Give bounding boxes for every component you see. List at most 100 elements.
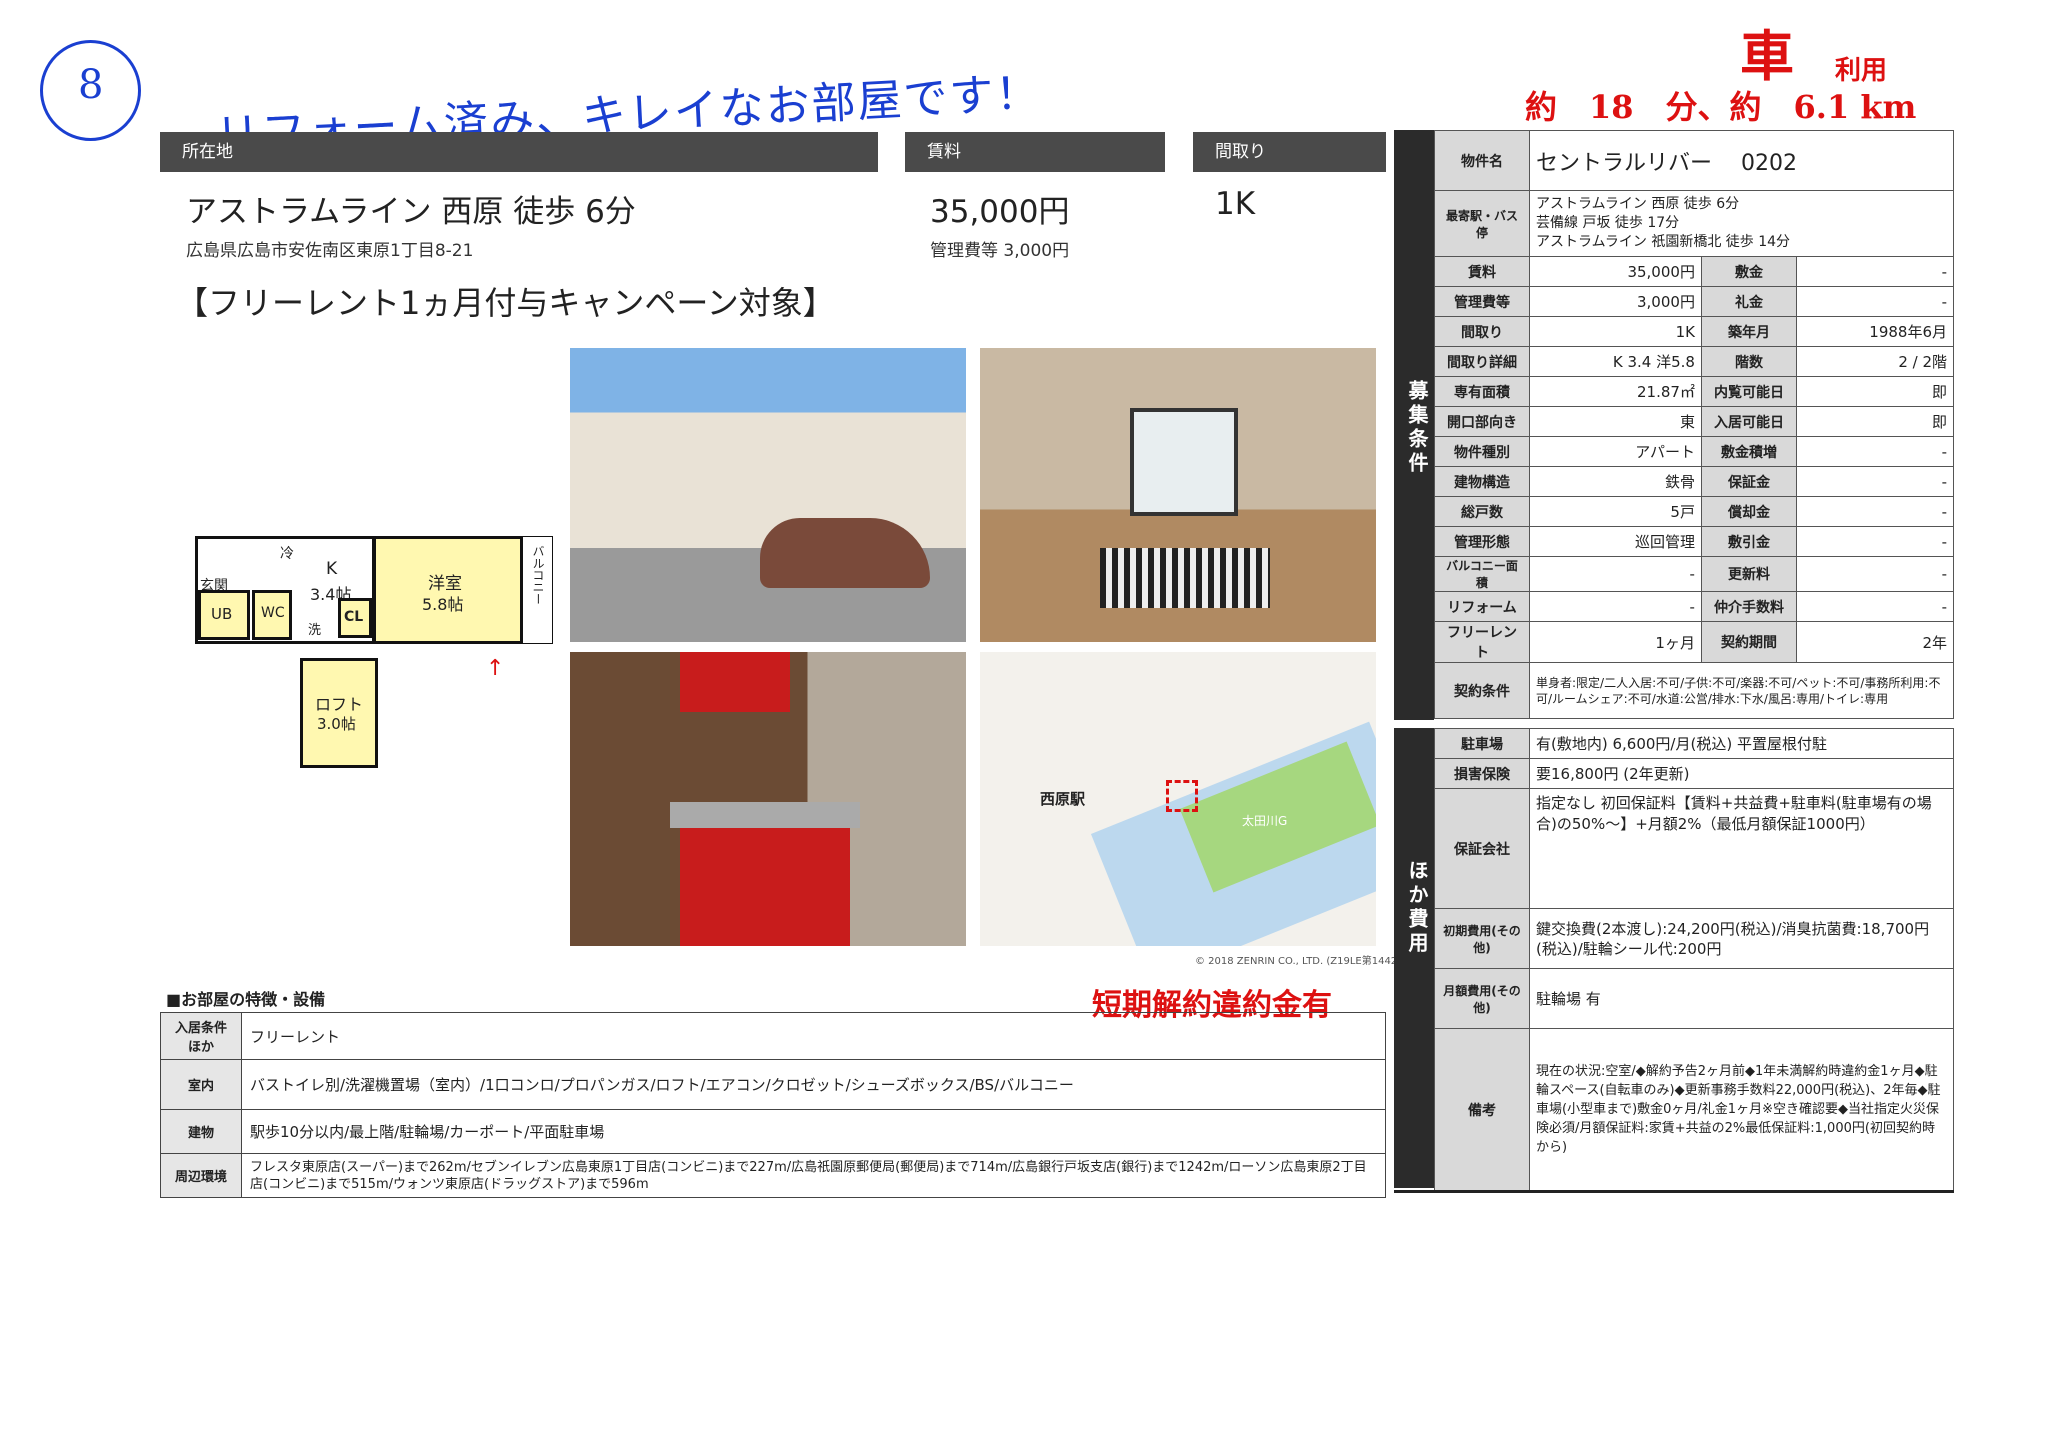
- property-name: セントラルリバー 0202: [1529, 130, 1954, 191]
- station-access: アストラムライン 西原 徒歩 6分: [186, 194, 636, 230]
- feature-row: 周辺環境 フレスタ東原店(スーパー)まで262m/セブンイレブン広島東原1丁目店(…: [160, 1153, 1386, 1198]
- feature-label: 入居条件ほか: [160, 1012, 242, 1060]
- terms-value: 即: [1795, 406, 1955, 437]
- terms-label: 階数: [1700, 346, 1797, 377]
- terms-value: アパート: [1529, 436, 1702, 467]
- map-copyright: © 2018 ZENRIN CO., LTD. (Z19LE第1442号): [1195, 956, 1412, 967]
- cost-label: 備考: [1434, 1028, 1530, 1191]
- fridge-label: 冷: [280, 546, 294, 562]
- property-name-row: 物件名 セントラルリバー 0202: [1434, 130, 1954, 191]
- feature-row: 室内 バストイレ別/洗濯機置場（室内）/1口コンロ/プロパンガス/ロフト/エアコン…: [160, 1059, 1386, 1110]
- terms-label: 礼金: [1700, 286, 1797, 317]
- cost-value: 要16,800円 (2年更新): [1529, 758, 1954, 789]
- cost-label: 保証会社: [1434, 788, 1530, 909]
- handwritten-time-distance: 約 18 分、約 6.1 km: [1525, 88, 1917, 126]
- wc-label: WC: [261, 605, 285, 621]
- terms-row: 開口部向き東入居可能日即: [1434, 406, 1955, 437]
- terms-value: -: [1795, 556, 1955, 592]
- window-shape: [1130, 408, 1238, 516]
- terms-row: 総戸数 5戸 償却金 -: [1434, 496, 1955, 527]
- exterior-photo: [570, 348, 966, 642]
- features-table: 入居条件ほか フリーレント 室内 バストイレ別/洗濯機置場（室内）/1口コンロ/プロ…: [160, 1012, 1386, 1198]
- cost-value: 有(敷地内) 6,600円/月(税込) 平置屋根付駐: [1529, 728, 1954, 759]
- terms-label: 建物構造: [1434, 466, 1530, 497]
- feature-value: フレスタ東原店(スーパー)まで262m/セブンイレブン広島東原1丁目店(コンビニ…: [241, 1153, 1386, 1198]
- cost-value: 鍵交換費(2本渡し):24,200円(税込)/消臭抗菌費:18,700円(税込)…: [1529, 908, 1954, 969]
- western-size: 5.8帖: [422, 595, 464, 614]
- terms-row: 専有面積 21.87㎡ 内覧可能日即: [1434, 376, 1955, 407]
- cost-row: 月額費用(その他) 駐輪場 有: [1434, 968, 1954, 1029]
- location-header: 所在地: [160, 132, 878, 172]
- terms-label: 総戸数: [1434, 496, 1530, 527]
- terms-row: 建物構造 鉄骨 保証金 -: [1434, 466, 1955, 497]
- terms-value: 即: [1795, 376, 1955, 407]
- terms-value: -: [1795, 496, 1955, 527]
- terms-label: 築年月: [1700, 316, 1797, 347]
- loft-size: 3.0帖: [317, 715, 356, 733]
- terms-value: -: [1529, 591, 1702, 622]
- terms-value: -: [1795, 591, 1955, 622]
- side-section-label-2: ほか費用: [1405, 860, 1429, 956]
- terms-value: -: [1529, 556, 1702, 592]
- terms-label: 専有面積: [1434, 376, 1530, 407]
- terms-value: 5戸: [1529, 496, 1702, 527]
- map-park-label: 太田川G: [1242, 814, 1288, 828]
- feature-value: バストイレ別/洗濯機置場（室内）/1口コンロ/プロパンガス/ロフト/エアコン/ク…: [241, 1059, 1386, 1110]
- terms-row: 物件種別 アパート 敷金積増 -: [1434, 436, 1955, 467]
- terms-value: 21.87㎡: [1529, 376, 1702, 407]
- terms-label: 償却金: [1700, 496, 1797, 527]
- red-cabinet: [680, 822, 850, 946]
- kitchen-photo: [570, 652, 966, 946]
- terms-row: リフォーム - 仲介手数料 -: [1434, 591, 1955, 622]
- rent-value: 35,000円: [930, 194, 1070, 230]
- terms-label: 保証金: [1700, 466, 1797, 497]
- contract-value: 単身者:限定/二人入居:不可/子供:不可/楽器:不可/ペット:不可/事務所利用:…: [1529, 662, 1954, 719]
- terms-row: 間取り 1K 築年月 1988年6月: [1434, 316, 1955, 347]
- rug-shape: [1100, 548, 1270, 608]
- cost-label: 月額費用(その他): [1434, 968, 1530, 1029]
- nearest-line: アストラムライン 西原 徒歩 6分: [1536, 196, 1740, 212]
- car-shape: [760, 518, 930, 588]
- cost-label: 初期費用(その他): [1434, 908, 1530, 969]
- terms-label: 契約条件: [1434, 662, 1530, 719]
- area-map: 西原駅 太田川G: [980, 652, 1376, 946]
- cost-row: 損害保険 要16,800円 (2年更新): [1434, 758, 1954, 789]
- nearest-value: アストラムライン 西原 徒歩 6分 芸備線 戸坂 徒歩 17分 アストラムライン…: [1529, 190, 1954, 257]
- terms-label: フリーレント: [1434, 621, 1530, 663]
- floorplan: 冷 K 3.4帖 玄関 洗 UB WC CL 洋室 5.8帖 バルコニー ロフト…: [160, 530, 580, 770]
- features-heading: ■お部屋の特徴・設備: [166, 990, 326, 1009]
- handwritten-circle-number: 8: [78, 62, 104, 108]
- terms-label: 敷引金: [1700, 526, 1797, 557]
- campaign-banner: 【フリーレント1ヵ月付与キャンペーン対象】: [176, 284, 835, 322]
- ub-label: UB: [211, 605, 233, 623]
- terms-row: フリーレント 1ヶ月 契約期間 2年: [1434, 621, 1955, 663]
- feature-row: 建物 駅歩10分以内/最上階/駐輪場/カーポート/平面駐車場: [160, 1109, 1386, 1154]
- terms-table: 物件名 セントラルリバー 0202 最寄駅・バス停 アストラムライン 西原 徒歩…: [1434, 130, 1955, 719]
- terms-value: 2年: [1795, 621, 1955, 663]
- terms-label: 敷金積増: [1700, 436, 1797, 467]
- terms-label: 入居可能日: [1700, 406, 1797, 437]
- kitchen-label: K: [326, 559, 338, 579]
- costs-table: 駐車場 有(敷地内) 6,600円/月(税込) 平置屋根付駐 損害保険 要16,80…: [1434, 728, 1954, 1191]
- interior-photo: [980, 348, 1376, 642]
- cost-row: 初期費用(その他) 鍵交換費(2本渡し):24,200円(税込)/消臭抗菌費:18…: [1434, 908, 1954, 969]
- contract-row: 契約条件 単身者:限定/二人入居:不可/子供:不可/楽器:不可/ペット:不可/事…: [1434, 662, 1954, 719]
- nearest-line: アストラムライン 祇園新橋北 徒歩 14分: [1536, 234, 1791, 250]
- nearest-line: 芸備線 戸坂 徒歩 17分: [1536, 215, 1680, 231]
- terms-label: 最寄駅・バス停: [1434, 190, 1530, 257]
- loft-label: ロフト: [315, 695, 364, 714]
- mgmt-fee: 管理費等 3,000円: [930, 241, 1070, 261]
- terms-label: 間取り詳細: [1434, 346, 1530, 377]
- terms-value: 1K: [1529, 316, 1702, 347]
- terms-value: 35,000円: [1529, 256, 1702, 287]
- terms-value: K 3.4 洋5.8: [1529, 346, 1702, 377]
- terms-label: 契約期間: [1700, 621, 1797, 663]
- rent-header: 賃料: [905, 132, 1165, 172]
- map-station-label: 西原駅: [1040, 790, 1086, 808]
- terms-label: 間取り: [1434, 316, 1530, 347]
- feature-value: フリーレント: [241, 1012, 1386, 1060]
- cost-row: 備考 現在の状況:空室/◆解約予告2ヶ月前◆1年未満解約時違約金1ヶ月◆駐輪スペー…: [1434, 1028, 1954, 1191]
- terms-label: リフォーム: [1434, 591, 1530, 622]
- terms-value: -: [1795, 436, 1955, 467]
- terms-label: 開口部向き: [1434, 406, 1530, 437]
